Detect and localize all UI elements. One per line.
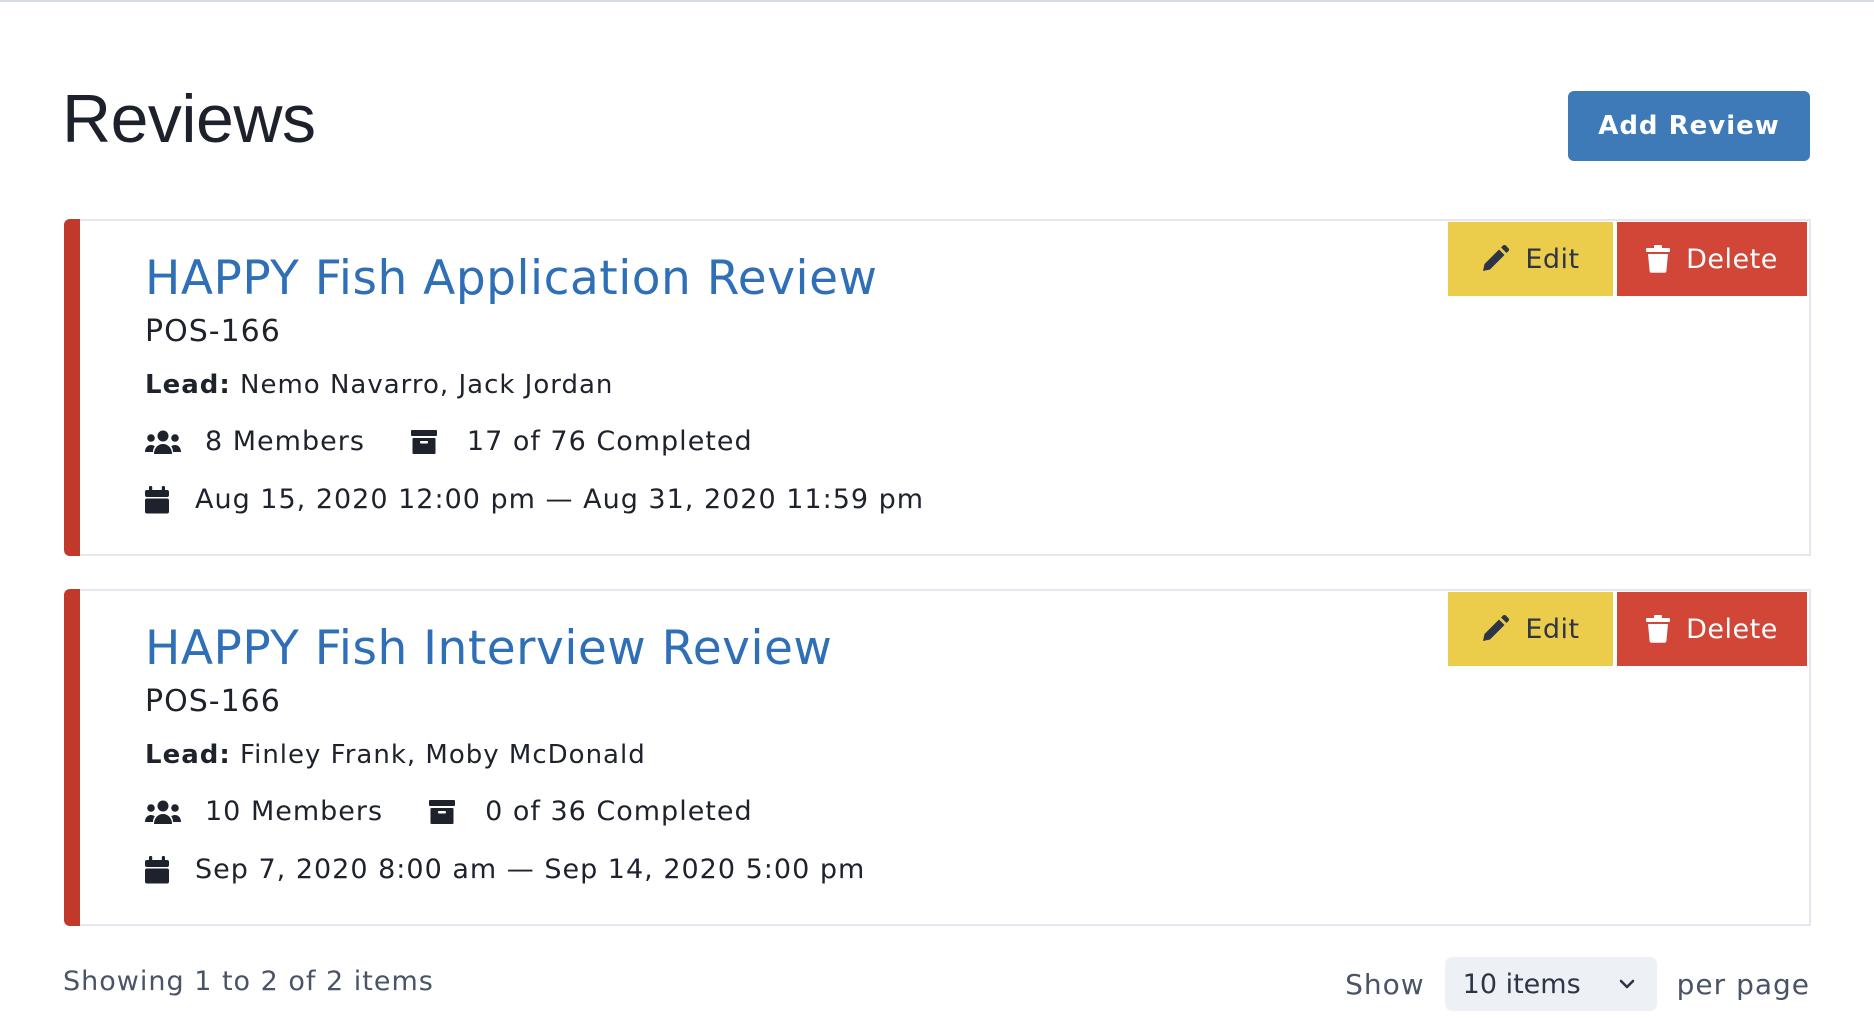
- date-range: Aug 15, 2020 12:00 pm — Aug 31, 2020 11:…: [195, 484, 925, 515]
- members-count: 10 Members: [205, 796, 384, 827]
- add-review-button[interactable]: Add Review: [1568, 91, 1810, 161]
- pencil-icon: [1483, 245, 1510, 271]
- users-icon: [145, 427, 183, 457]
- pagination-status: Showing 1 to 2 of 2 items: [63, 966, 434, 997]
- review-position-code: POS-166: [145, 684, 281, 719]
- show-label: Show: [1345, 967, 1425, 1001]
- review-title-link[interactable]: HAPPY Fish Interview Review: [145, 620, 865, 678]
- review-card-body: HAPPY Fish Application Review POS-166 Le…: [145, 221, 924, 518]
- card-accent-bar: [64, 589, 80, 926]
- review-dates-row: Aug 15, 2020 12:00 pm — Aug 31, 2020 11:…: [145, 482, 924, 518]
- page-title: Reviews: [62, 81, 316, 157]
- edit-button[interactable]: Edit: [1448, 592, 1613, 666]
- trash-icon: [1646, 245, 1671, 273]
- lead-names: Finley Frank, Moby McDonald: [240, 740, 646, 770]
- lead-label: Lead:: [145, 370, 231, 400]
- completed-count: 17 of 76 Completed: [466, 426, 753, 457]
- review-card-body: HAPPY Fish Interview Review POS-166 Lead…: [145, 591, 865, 888]
- chevron-down-icon: [1619, 979, 1634, 989]
- review-title-link[interactable]: HAPPY Fish Application Review: [145, 250, 924, 308]
- edit-button[interactable]: Edit: [1448, 222, 1613, 296]
- review-actions: Edit Delete: [1448, 592, 1807, 666]
- review-stats-row: 10 Members 0 of 36 Completed: [145, 794, 865, 830]
- per-page-suffix: per page: [1676, 967, 1810, 1001]
- review-card: HAPPY Fish Interview Review POS-166 Lead…: [64, 589, 1811, 926]
- calendar-icon: [145, 485, 173, 515]
- card-accent-bar: [64, 219, 80, 556]
- date-range: Sep 7, 2020 8:00 am — Sep 14, 2020 5:00 …: [195, 854, 866, 885]
- trash-icon: [1646, 615, 1671, 643]
- per-page-control: Show 10 items per page: [1345, 957, 1810, 1011]
- pencil-icon: [1483, 615, 1510, 641]
- delete-label: Delete: [1686, 243, 1778, 275]
- edit-label: Edit: [1525, 243, 1580, 275]
- review-leads: Lead: Finley Frank, Moby McDonald: [145, 737, 865, 773]
- delete-label: Delete: [1686, 613, 1778, 645]
- archive-box-icon: [429, 797, 459, 827]
- review-actions: Edit Delete: [1448, 222, 1807, 296]
- review-dates-row: Sep 7, 2020 8:00 am — Sep 14, 2020 5:00 …: [145, 852, 865, 888]
- review-card: HAPPY Fish Application Review POS-166 Le…: [64, 219, 1811, 556]
- per-page-select[interactable]: 10 items: [1444, 957, 1657, 1011]
- members-count: 8 Members: [205, 426, 365, 457]
- per-page-value: 10 items: [1462, 968, 1581, 1000]
- review-position-code: POS-166: [145, 314, 281, 349]
- review-stats-row: 8 Members 17 of 76 Completed: [145, 424, 924, 460]
- lead-label: Lead:: [145, 740, 231, 770]
- completed-count: 0 of 36 Completed: [485, 796, 753, 827]
- archive-box-icon: [410, 427, 441, 457]
- delete-button[interactable]: Delete: [1617, 222, 1807, 296]
- review-leads: Lead: Nemo Navarro, Jack Jordan: [145, 367, 924, 403]
- top-divider: [0, 0, 1874, 2]
- lead-names: Nemo Navarro, Jack Jordan: [240, 370, 614, 400]
- users-icon: [145, 797, 183, 827]
- delete-button[interactable]: Delete: [1617, 592, 1807, 666]
- calendar-icon: [145, 855, 173, 885]
- edit-label: Edit: [1525, 613, 1580, 645]
